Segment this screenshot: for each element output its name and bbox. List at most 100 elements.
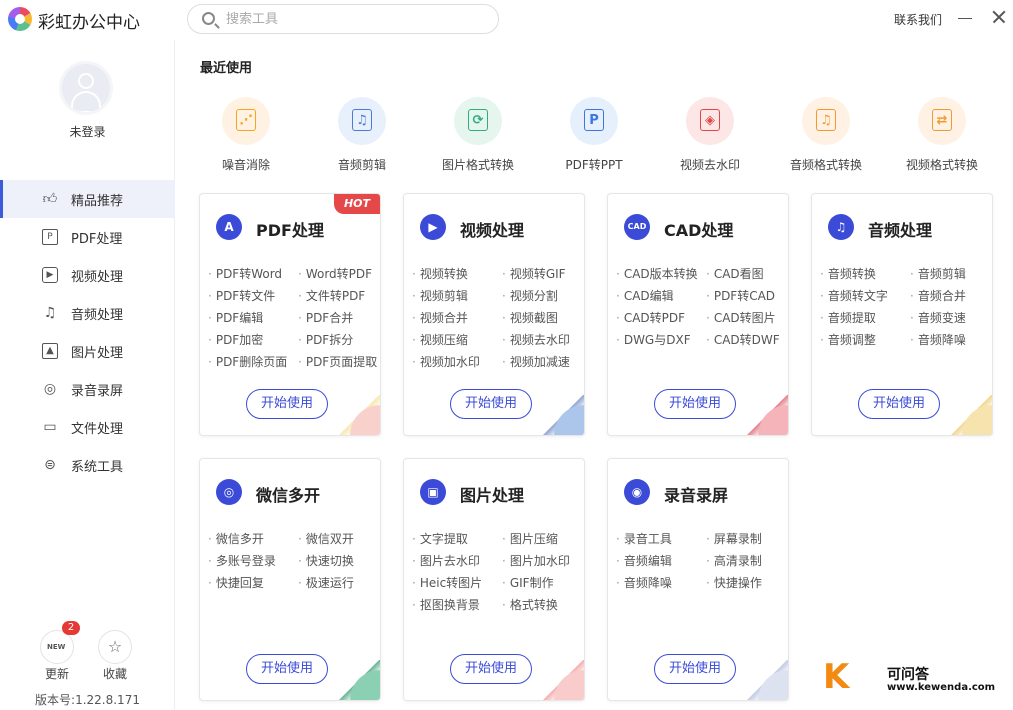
start-button[interactable]: 开始使用	[450, 654, 532, 684]
feature-link[interactable]: PDF合并	[298, 309, 380, 327]
feature-link[interactable]: 视频剪辑	[412, 287, 502, 305]
recent-item[interactable]: ♫ 音频剪辑	[312, 97, 412, 173]
feature-link[interactable]: 音频调整	[820, 331, 910, 349]
feature-link[interactable]: 快捷回复	[208, 574, 298, 592]
update-button[interactable]: NEW	[40, 630, 74, 664]
feature-link[interactable]: 音频变速	[910, 309, 992, 327]
feature-link[interactable]: 音频降噪	[616, 574, 706, 592]
feature-link[interactable]: CAD转图片	[706, 309, 788, 327]
contact-us-link[interactable]: 联系我们	[894, 11, 942, 28]
sidebar-item-image[interactable]: ▲ 图片处理	[0, 332, 175, 370]
sidebar-item-recommended[interactable]: 👍︎ 精品推荐	[0, 180, 175, 218]
feature-link[interactable]: 视频去水印	[502, 331, 584, 349]
feature-link[interactable]: 视频压缩	[412, 331, 502, 349]
feature-link[interactable]: DWG与DXF	[616, 331, 706, 349]
feature-link[interactable]: 微信双开	[298, 530, 380, 548]
start-button[interactable]: 开始使用	[654, 389, 736, 419]
recent-item[interactable]: P PDF转PPT	[544, 97, 644, 173]
feature-link[interactable]: 文件转PDF	[298, 287, 380, 305]
start-button[interactable]: 开始使用	[450, 389, 532, 419]
feature-link[interactable]: PDF页面提取	[298, 353, 380, 371]
feature-link[interactable]: 微信多开	[208, 530, 298, 548]
feature-link[interactable]: 音频剪辑	[910, 265, 992, 283]
search-input[interactable]	[226, 10, 486, 28]
sidebar-item-system[interactable]: ⊜ 系统工具	[0, 446, 175, 484]
recent-item[interactable]: ♫ 音频格式转换	[776, 97, 876, 173]
sidebar-item-record[interactable]: ◎ 录音录屏	[0, 370, 175, 408]
close-icon[interactable]	[990, 8, 1008, 26]
avatar[interactable]	[59, 61, 113, 115]
feature-link[interactable]: 快捷操作	[706, 574, 788, 592]
recent-item[interactable]: ⇄ 视频格式转换	[892, 97, 992, 173]
feature-link[interactable]: PDF转Word	[208, 265, 298, 283]
feature-link[interactable]: PDF拆分	[298, 331, 380, 349]
feature-link[interactable]: GIF制作	[502, 574, 584, 592]
feature-link[interactable]: 极速运行	[298, 574, 380, 592]
tool-card[interactable]: ▣ 图片处理文字提取图片压缩图片去水印图片加水印Heic转图片GIF制作抠图换背景…	[403, 458, 585, 701]
sidebar-item-pdf[interactable]: P PDF处理	[0, 218, 175, 256]
feature-link[interactable]: 音频转换	[820, 265, 910, 283]
tool-card[interactable]: APDF处理HOTPDF转WordWord转PDFPDF转文件文件转PDFPDF…	[199, 193, 381, 436]
feature-link[interactable]: 格式转换	[502, 596, 584, 614]
card-decoration	[736, 660, 788, 700]
feature-link[interactable]: PDF转文件	[208, 287, 298, 305]
feature-link[interactable]: CAD看图	[706, 265, 788, 283]
feature-link[interactable]: 音频转文字	[820, 287, 910, 305]
feature-link[interactable]: 视频转换	[412, 265, 502, 283]
card-decoration	[532, 395, 584, 435]
star-icon[interactable]: ☆	[98, 630, 132, 664]
feature-link[interactable]: PDF转CAD	[706, 287, 788, 305]
feature-link[interactable]: 文字提取	[412, 530, 502, 548]
feature-link[interactable]: Word转PDF	[298, 265, 380, 283]
tool-card[interactable]: ♫ 音频处理音频转换音频剪辑音频转文字音频合并音频提取音频变速音频调整音频降噪开始…	[811, 193, 993, 436]
sidebar-item-video[interactable]: ▶ 视频处理	[0, 256, 175, 294]
feature-link[interactable]: 视频分割	[502, 287, 584, 305]
update-label: 更新	[44, 667, 69, 681]
feature-link[interactable]: CAD编辑	[616, 287, 706, 305]
watermark-logo: K	[823, 657, 850, 697]
start-button[interactable]: 开始使用	[654, 654, 736, 684]
feature-link[interactable]: 视频加减速	[502, 353, 584, 371]
feature-link[interactable]: 音频提取	[820, 309, 910, 327]
start-button[interactable]: 开始使用	[246, 654, 328, 684]
feature-link[interactable]: 视频截图	[502, 309, 584, 327]
feature-link[interactable]: 屏幕录制	[706, 530, 788, 548]
feature-link[interactable]: 图片去水印	[412, 552, 502, 570]
feature-link[interactable]: 快速切换	[298, 552, 380, 570]
feature-link[interactable]: CAD版本转换	[616, 265, 706, 283]
feature-link[interactable]: PDF编辑	[208, 309, 298, 327]
feature-link[interactable]: 录音工具	[616, 530, 706, 548]
feature-link[interactable]: 图片加水印	[502, 552, 584, 570]
feature-link[interactable]: 音频编辑	[616, 552, 706, 570]
recent-label: 音频剪辑	[337, 158, 386, 172]
feature-link[interactable]: 多账号登录	[208, 552, 298, 570]
feature-link[interactable]: CAD转PDF	[616, 309, 706, 327]
feature-link[interactable]: CAD转DWF	[706, 331, 788, 349]
tool-card[interactable]: ▶ 视频处理视频转换视频转GIF视频剪辑视频分割视频合并视频截图视频压缩视频去水印…	[403, 193, 585, 436]
sidebar-item-audio[interactable]: ♫ 音频处理	[0, 294, 175, 332]
tool-card[interactable]: ◎微信多开微信多开微信双开多账号登录快速切换快捷回复极速运行开始使用	[199, 458, 381, 701]
feature-link[interactable]: Heic转图片	[412, 574, 502, 592]
login-status[interactable]: 未登录	[0, 123, 175, 140]
video-icon: ▶	[42, 267, 58, 283]
feature-link[interactable]: PDF加密	[208, 331, 298, 349]
search-box[interactable]	[187, 4, 499, 34]
recent-item[interactable]: ⋰ 噪音消除	[196, 97, 296, 173]
recent-item[interactable]: ⟳ 图片格式转换	[428, 97, 528, 173]
start-button[interactable]: 开始使用	[246, 389, 328, 419]
feature-link[interactable]: 音频降噪	[910, 331, 992, 349]
feature-link[interactable]: 音频合并	[910, 287, 992, 305]
minimize-button[interactable]	[958, 18, 972, 19]
tool-card[interactable]: CAD CAD处理 CAD版本转换CAD看图CAD编辑PDF转CADCAD转PDFC…	[607, 193, 789, 436]
feature-link[interactable]: 图片压缩	[502, 530, 584, 548]
feature-link[interactable]: PDF删除页面	[208, 353, 298, 371]
tool-card[interactable]: ◉ 录音录屏录音工具屏幕录制音频编辑高清录制音频降噪快捷操作开始使用	[607, 458, 789, 701]
feature-link[interactable]: 抠图换背景	[412, 596, 502, 614]
feature-link[interactable]: 视频加水印	[412, 353, 502, 371]
feature-link[interactable]: 高清录制	[706, 552, 788, 570]
start-button[interactable]: 开始使用	[858, 389, 940, 419]
recent-item[interactable]: ◈ 视频去水印	[660, 97, 760, 173]
feature-link[interactable]: 视频合并	[412, 309, 502, 327]
feature-link[interactable]: 视频转GIF	[502, 265, 584, 283]
sidebar-item-file[interactable]: ▭ 文件处理	[0, 408, 175, 446]
